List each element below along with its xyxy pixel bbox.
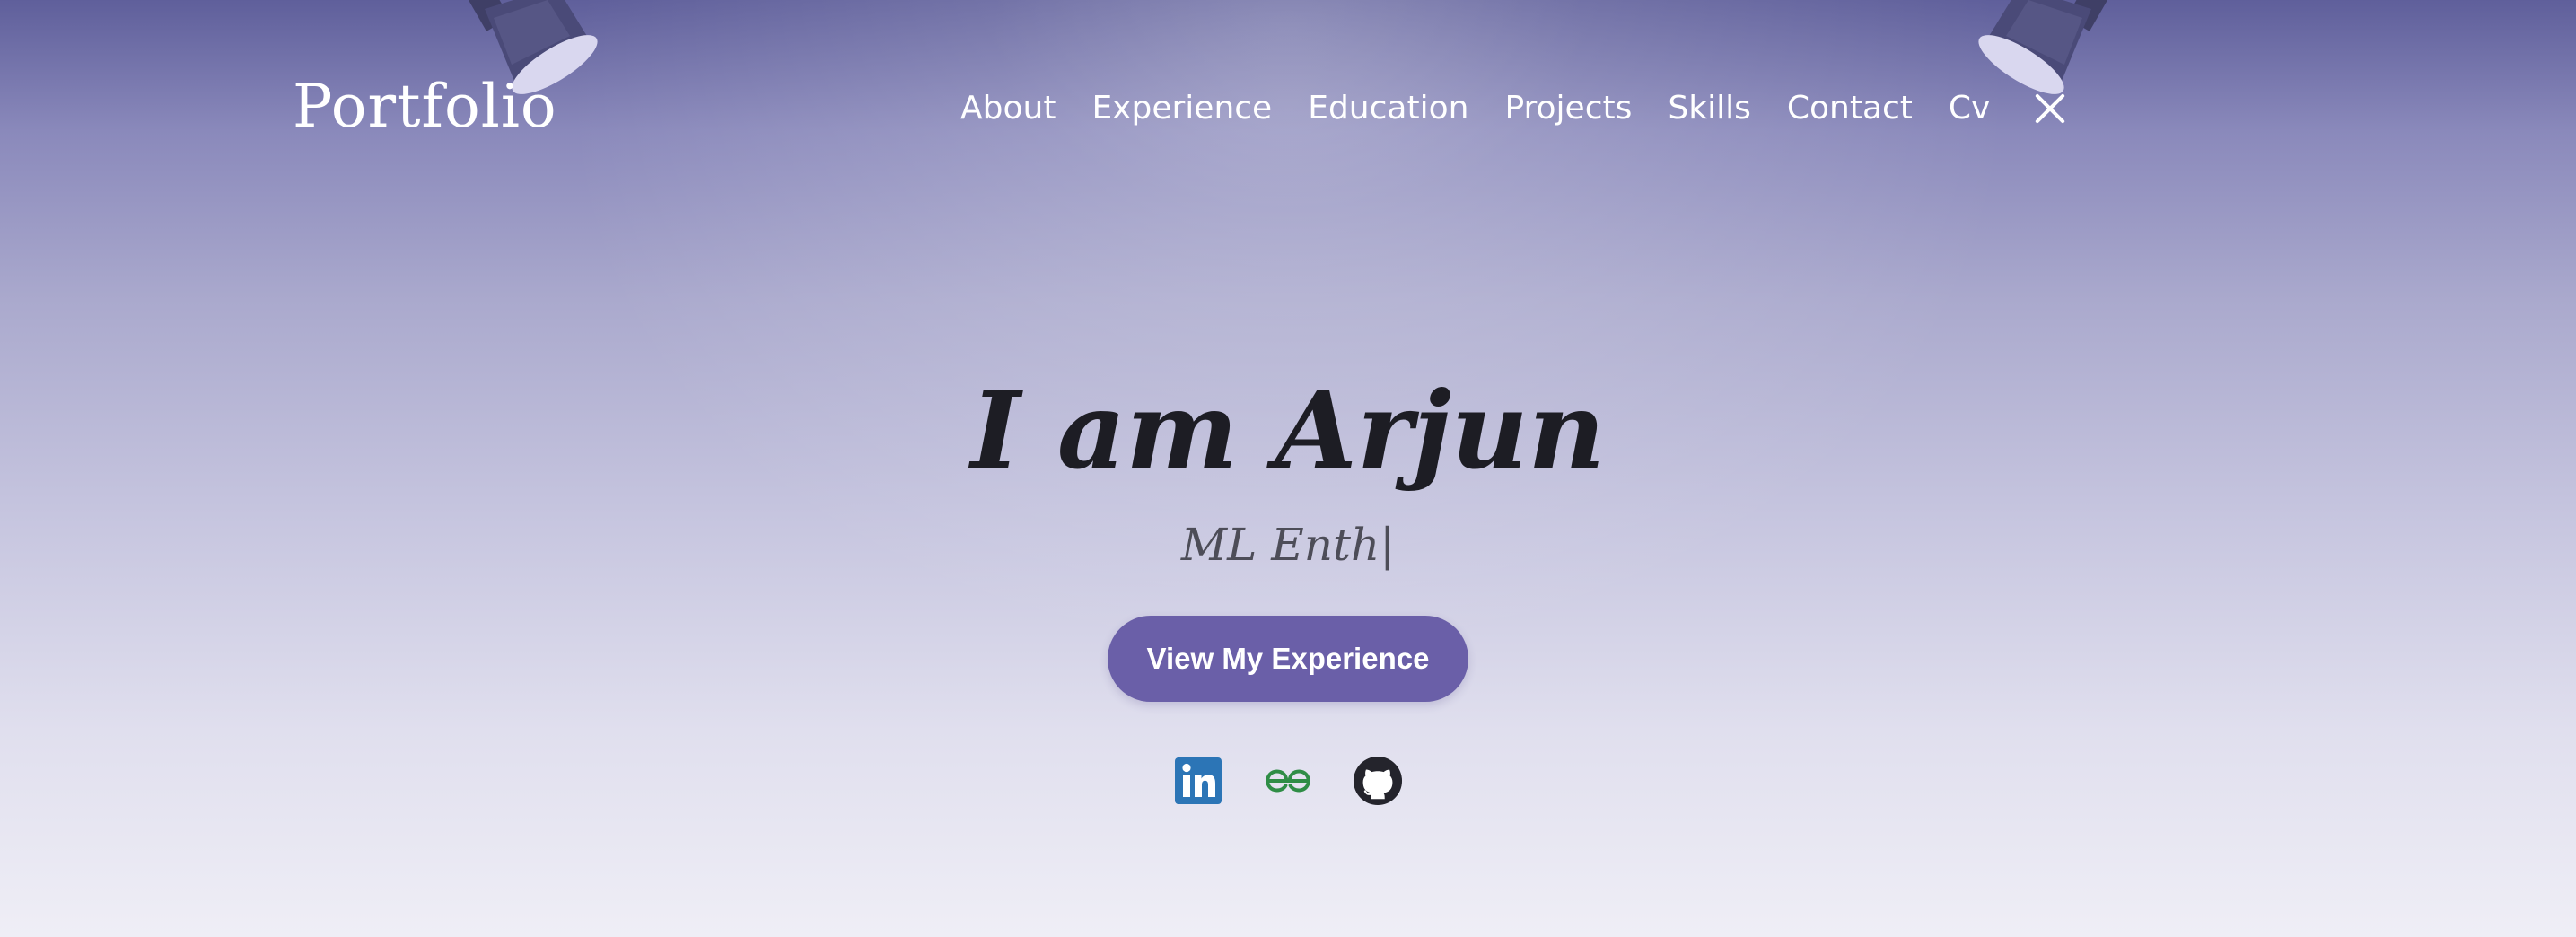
nav-links: About Experience Education Projects Skil… [960, 90, 2067, 127]
github-icon[interactable] [1353, 756, 1403, 806]
hero-section: I am Arjun ML Enth| View My Experience [0, 359, 2576, 806]
nav-link-cv[interactable]: Cv [1949, 90, 1990, 127]
nav-link-experience[interactable]: Experience [1091, 90, 1272, 127]
nav-link-projects[interactable]: Projects [1504, 90, 1632, 127]
social-links [1173, 756, 1403, 806]
hero-subtitle: ML Enth| [1181, 513, 1395, 576]
typed-text: ML Enth [1180, 519, 1380, 571]
nav-link-about[interactable]: About [960, 90, 1056, 127]
navbar: Portfolio About Experience Education Pro… [0, 0, 2576, 224]
nav-link-skills[interactable]: Skills [1668, 90, 1750, 127]
site-logo[interactable]: Portfolio [293, 72, 557, 141]
linkedin-icon[interactable] [1173, 756, 1223, 806]
typing-caret: | [1380, 519, 1396, 571]
hero-title: I am Arjun [970, 368, 1606, 493]
close-icon[interactable] [2031, 91, 2067, 127]
nav-link-contact[interactable]: Contact [1787, 90, 1913, 127]
view-experience-button[interactable]: View My Experience [1108, 616, 1468, 702]
geeksforgeeks-icon[interactable] [1263, 756, 1313, 806]
nav-link-education[interactable]: Education [1308, 90, 1468, 127]
